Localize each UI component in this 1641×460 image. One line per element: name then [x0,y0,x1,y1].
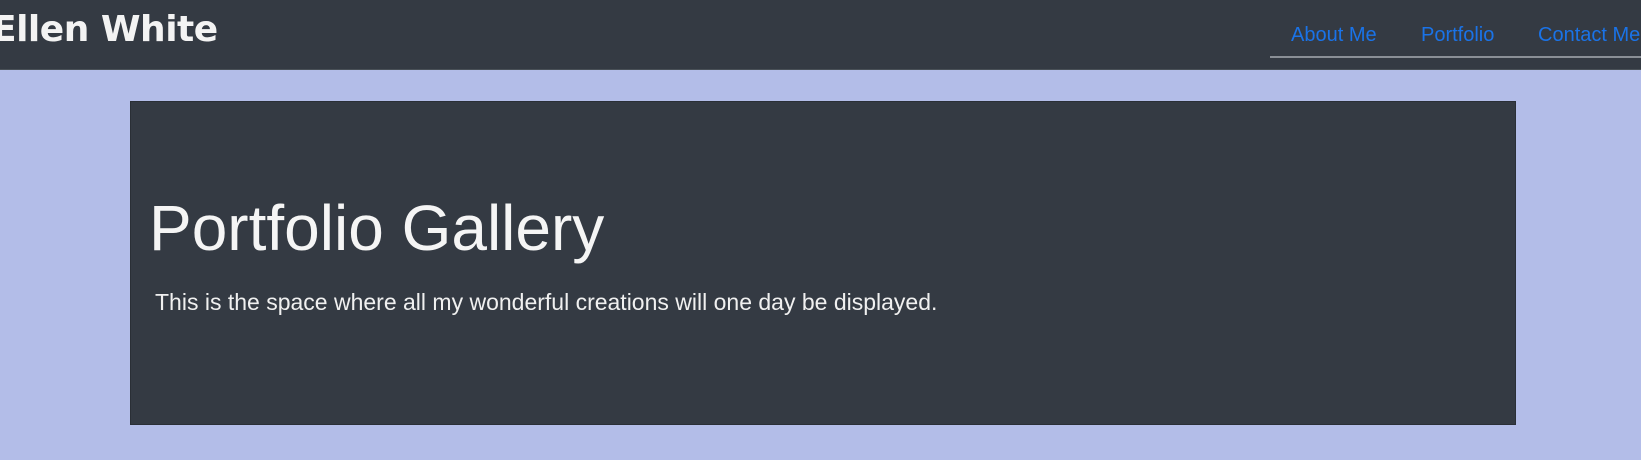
lead-text: This is the space where all my wonderful… [155,289,938,315]
page-title: Portfolio Gallery [149,192,605,264]
brand-name-link[interactable]: Ellen White [0,6,218,54]
nav-link-contact-me[interactable]: Contact Me [1538,22,1640,48]
navbar: Ellen White About Me Portfolio Contact M… [0,0,1641,70]
nav-links: About Me Portfolio Contact Me [1270,18,1641,58]
nav-link-portfolio[interactable]: Portfolio [1421,22,1494,48]
nav-link-about-me[interactable]: About Me [1291,22,1377,48]
jumbotron: Portfolio Gallery This is the space wher… [130,101,1516,425]
